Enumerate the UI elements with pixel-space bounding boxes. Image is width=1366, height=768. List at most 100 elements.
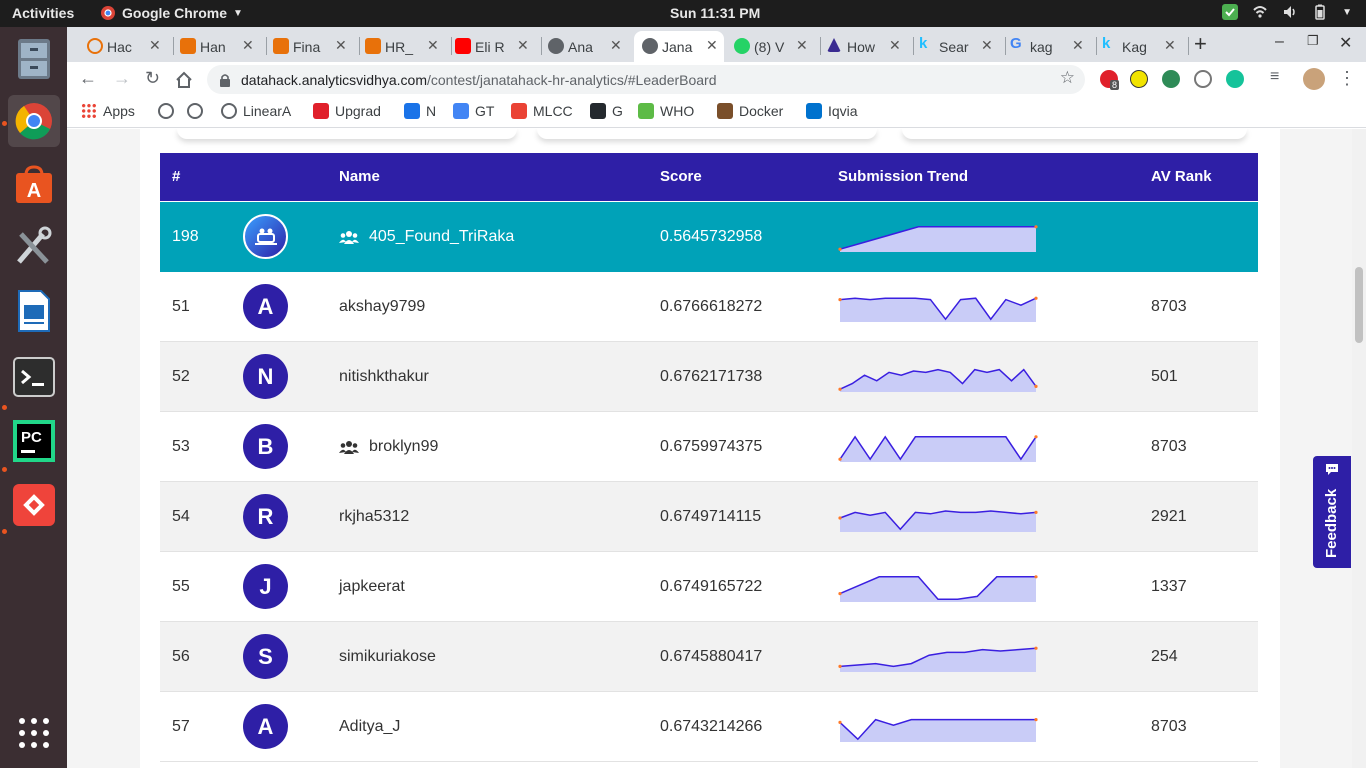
- close-tab-icon[interactable]: ✕: [149, 37, 171, 54]
- back-icon[interactable]: ←: [79, 68, 97, 89]
- browser-tab[interactable]: Han ✕: [180, 31, 260, 62]
- avatar[interactable]: A: [243, 284, 288, 329]
- close-tab-icon[interactable]: ✕: [242, 37, 264, 54]
- close-tab-icon[interactable]: ✕: [981, 37, 1003, 54]
- anydesk-icon[interactable]: [8, 479, 60, 531]
- browser-tab[interactable]: Fina ✕: [273, 31, 353, 62]
- bookmark-item[interactable]: G: [590, 103, 623, 119]
- volume-icon[interactable]: [1282, 4, 1298, 20]
- chevron-down-icon[interactable]: ▼: [1342, 7, 1352, 18]
- participant-name[interactable]: broklyn99: [369, 438, 438, 456]
- chrome-dock-icon[interactable]: [8, 95, 60, 147]
- bookmark-item[interactable]: GT: [453, 103, 494, 119]
- close-tab-icon[interactable]: ✕: [427, 37, 449, 54]
- writer-icon[interactable]: [8, 285, 60, 337]
- menu-kebab-icon[interactable]: ⋮: [1338, 68, 1356, 89]
- bookmark-item[interactable]: Upgrad: [313, 103, 381, 119]
- bookmark-item[interactable]: WHO: [638, 103, 694, 119]
- feedback-button[interactable]: Feedback: [1313, 456, 1351, 568]
- home-icon[interactable]: [175, 71, 193, 89]
- lock-icon[interactable]: [219, 73, 231, 87]
- participant-name[interactable]: nitishkthakur: [339, 368, 429, 386]
- name-cell[interactable]: rkjha5312: [339, 508, 409, 526]
- avatar[interactable]: J: [243, 564, 288, 609]
- forward-icon[interactable]: →: [113, 68, 131, 89]
- name-cell[interactable]: broklyn99: [339, 438, 438, 456]
- browser-tab[interactable]: k Sear ✕: [919, 31, 999, 62]
- terminal-icon[interactable]: [8, 351, 60, 403]
- close-tab-icon[interactable]: ✕: [335, 37, 357, 54]
- show-apps-icon[interactable]: [8, 707, 60, 759]
- battery-icon[interactable]: [1312, 4, 1328, 20]
- browser-tab[interactable]: Ana ✕: [548, 31, 628, 62]
- avatar[interactable]: S: [243, 634, 288, 679]
- close-tab-icon[interactable]: ✕: [1164, 37, 1186, 54]
- software-center-icon[interactable]: A: [8, 159, 60, 211]
- name-cell[interactable]: nitishkthakur: [339, 368, 429, 386]
- profile-avatar[interactable]: [1303, 68, 1325, 90]
- bookmark-item[interactable]: Apps: [81, 103, 135, 119]
- close-tab-icon[interactable]: ✕: [517, 37, 539, 54]
- browser-tab[interactable]: Jana ✕: [634, 31, 724, 62]
- browser-tab[interactable]: Gkag ✕: [1010, 31, 1090, 62]
- clock[interactable]: Sun 11:31 PM: [670, 5, 760, 21]
- table-row[interactable]: 57 A Aditya_J 0.6743214266 8703: [160, 692, 1258, 762]
- name-cell[interactable]: simikuriakose: [339, 648, 436, 666]
- browser-tab[interactable]: HR_ ✕: [365, 31, 445, 62]
- tools-icon[interactable]: [8, 221, 60, 273]
- media-controls-icon[interactable]: ≡: [1270, 68, 1279, 86]
- new-tab-button[interactable]: +: [1194, 31, 1207, 57]
- name-cell[interactable]: Aditya_J: [339, 718, 400, 736]
- browser-tab[interactable]: How ✕: [827, 31, 907, 62]
- avatar[interactable]: B: [243, 424, 288, 469]
- close-tab-icon[interactable]: ✕: [796, 37, 818, 54]
- scrollbar-thumb[interactable]: [1355, 267, 1363, 343]
- pycharm-icon[interactable]: PC: [8, 415, 60, 467]
- bookmark-item[interactable]: LinearA: [221, 103, 291, 119]
- table-row[interactable]: 56 Ssimikuriakose 0.6745880417 254: [160, 622, 1258, 692]
- bookmark-item[interactable]: MLCC: [511, 103, 573, 119]
- participant-name[interactable]: 405_Found_TriRaka: [369, 228, 514, 246]
- system-tray[interactable]: ▼: [1222, 4, 1352, 20]
- participant-name[interactable]: Aditya_J: [339, 718, 400, 736]
- my-team-row[interactable]: 198 405_Found_TriRaka 0.5645732958: [160, 202, 1258, 272]
- close-tab-icon[interactable]: ✕: [610, 37, 632, 54]
- table-row[interactable]: 54 Rrkjha5312 0.6749714115 2921: [160, 482, 1258, 552]
- page-scrollbar[interactable]: [1352, 129, 1366, 768]
- extension-play-icon[interactable]: [1130, 70, 1148, 88]
- app-menu[interactable]: Google Chrome ▼: [100, 5, 243, 21]
- avatar[interactable]: R: [243, 494, 288, 539]
- minimize-button[interactable]: –: [1275, 33, 1284, 51]
- name-cell[interactable]: 405_Found_TriRaka: [339, 228, 514, 246]
- browser-tab[interactable]: Hac ✕: [87, 31, 167, 62]
- extension-globe-icon[interactable]: [1162, 70, 1180, 88]
- activities-button[interactable]: Activities: [12, 5, 74, 21]
- table-row[interactable]: 53 Bbroklyn99 0.6759974375 8703: [160, 412, 1258, 482]
- close-window-button[interactable]: ✕: [1339, 33, 1352, 53]
- name-cell[interactable]: japkeerat: [339, 578, 405, 596]
- grammarly-icon[interactable]: [1226, 70, 1244, 88]
- participant-name[interactable]: akshay9799: [339, 298, 425, 316]
- close-tab-icon[interactable]: ✕: [889, 37, 911, 54]
- name-cell[interactable]: akshay9799: [339, 298, 425, 316]
- bookmark-item[interactable]: [187, 103, 209, 119]
- wifi-icon[interactable]: [1252, 4, 1268, 20]
- avatar[interactable]: [243, 214, 288, 259]
- maximize-button[interactable]: ❐: [1307, 33, 1319, 49]
- browser-tab[interactable]: k Kag ✕: [1102, 31, 1182, 62]
- participant-name[interactable]: japkeerat: [339, 578, 405, 596]
- extension-code-icon[interactable]: [1194, 70, 1212, 88]
- close-tab-icon[interactable]: ✕: [706, 37, 728, 54]
- bookmark-item[interactable]: Iqvia: [806, 103, 858, 119]
- address-bar[interactable]: datahack.analyticsvidhya.com/contest/jan…: [207, 65, 1085, 94]
- avatar[interactable]: A: [243, 704, 288, 749]
- participant-name[interactable]: simikuriakose: [339, 648, 436, 666]
- participant-name[interactable]: rkjha5312: [339, 508, 409, 526]
- close-tab-icon[interactable]: ✕: [1072, 37, 1094, 54]
- browser-tab[interactable]: (8) V ✕: [734, 31, 814, 62]
- reload-icon[interactable]: ↻: [145, 68, 160, 89]
- files-icon[interactable]: [8, 33, 60, 85]
- browser-tab[interactable]: Eli R ✕: [455, 31, 535, 62]
- bookmark-item[interactable]: [158, 103, 180, 119]
- avatar[interactable]: N: [243, 354, 288, 399]
